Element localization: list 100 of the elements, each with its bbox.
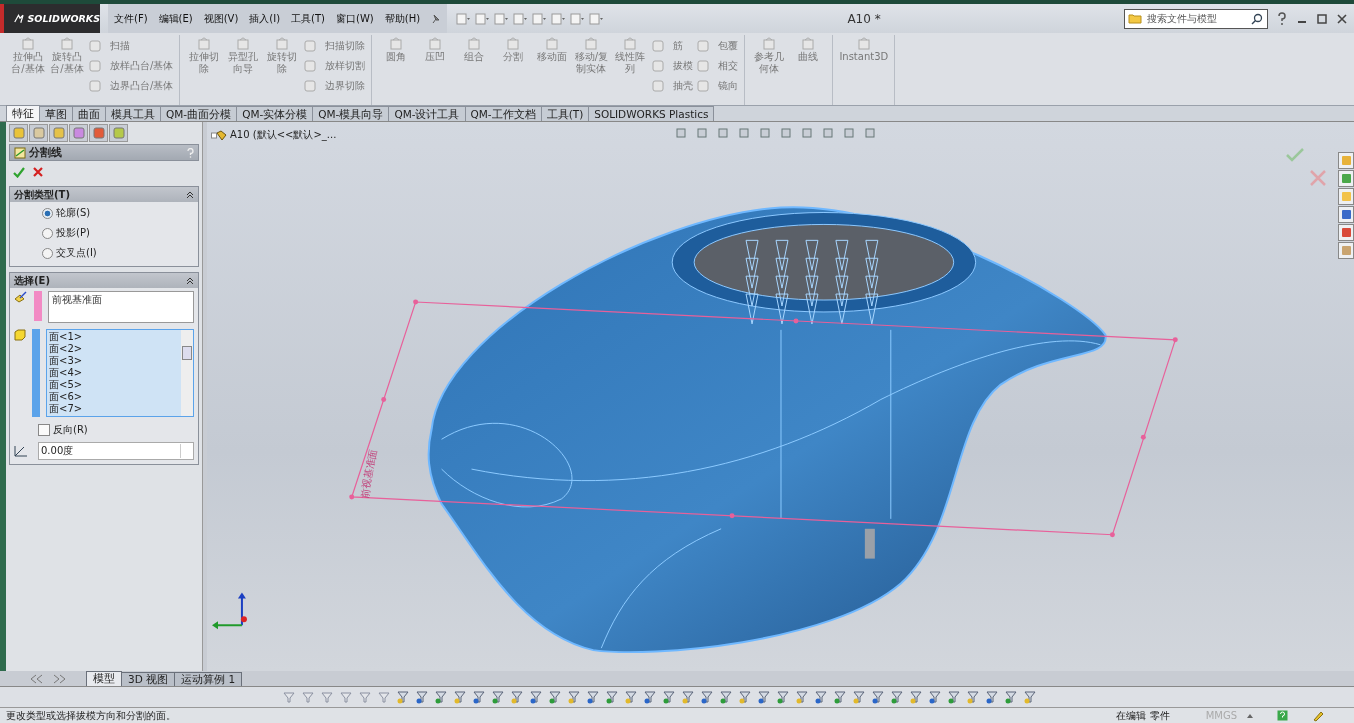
- ribbon-button[interactable]: 拉伸凸台/基体: [10, 35, 46, 75]
- task-pane-tab[interactable]: [1338, 242, 1354, 259]
- filter-icon[interactable]: [377, 690, 391, 704]
- task-pane-tab[interactable]: [1338, 224, 1354, 241]
- selection-filter-icon[interactable]: [681, 690, 695, 704]
- quick-access-icon[interactable]: [588, 11, 605, 26]
- command-tab[interactable]: QM-实体分模: [236, 106, 314, 121]
- selection-filter-icon[interactable]: [1004, 690, 1018, 704]
- ribbon-button[interactable]: 拔模: [651, 59, 694, 73]
- ribbon-button[interactable]: 边界切除: [303, 79, 366, 93]
- selection-box[interactable]: 前视基准面: [48, 291, 194, 323]
- quick-access-icon[interactable]: [474, 11, 491, 26]
- selection-filter-icon[interactable]: [985, 690, 999, 704]
- quick-access-icon[interactable]: [493, 11, 510, 26]
- ribbon-button[interactable]: 组合: [456, 35, 493, 63]
- ribbon-button[interactable]: 边界凸台/基体: [88, 79, 174, 93]
- model-view-tab[interactable]: 运动算例 1: [174, 672, 243, 686]
- ribbon-button[interactable]: Instant3D: [839, 35, 889, 63]
- selection-filter-icon[interactable]: [738, 690, 752, 704]
- quick-access-icon[interactable]: [531, 11, 548, 26]
- task-pane-tab[interactable]: [1338, 152, 1354, 169]
- collapse-icon[interactable]: [186, 190, 194, 199]
- section-header[interactable]: 选择(E): [10, 273, 198, 288]
- selection-filter-icon[interactable]: [928, 690, 942, 704]
- radio-button[interactable]: [42, 247, 53, 259]
- selection-filter-icon[interactable]: [396, 690, 410, 704]
- radio-option[interactable]: 交叉点(I): [42, 246, 194, 260]
- list-item[interactable]: 面<2>: [49, 343, 179, 355]
- list-item[interactable]: 面<7>: [49, 403, 179, 415]
- ribbon-button[interactable]: 镜向: [696, 79, 739, 93]
- maximize-icon[interactable]: [1316, 12, 1328, 25]
- selection-filter-icon[interactable]: [833, 690, 847, 704]
- selection-filter-icon[interactable]: [472, 690, 486, 704]
- cancel-icon[interactable]: [33, 167, 43, 177]
- model-view-tab[interactable]: 模型: [86, 671, 122, 686]
- checkbox[interactable]: [38, 424, 50, 436]
- list-item[interactable]: 面<3>: [49, 355, 179, 367]
- ribbon-button[interactable]: 线性阵列: [612, 35, 649, 75]
- view-toolbar-icon[interactable]: [759, 127, 773, 139]
- selection-filter-icon[interactable]: [510, 690, 524, 704]
- command-tab[interactable]: SOLIDWORKS Plastics: [588, 106, 715, 121]
- selection-filter-icon[interactable]: [624, 690, 638, 704]
- panel-tab[interactable]: [89, 124, 108, 142]
- ribbon-button[interactable]: 扫描: [88, 39, 174, 53]
- help-icon[interactable]: [1276, 11, 1288, 26]
- command-tab[interactable]: 草图: [39, 106, 73, 121]
- help-icon[interactable]: [1277, 710, 1288, 721]
- radio-button[interactable]: [42, 207, 53, 219]
- panel-tab[interactable]: [109, 124, 128, 142]
- selection-filter-icon[interactable]: [586, 690, 600, 704]
- ribbon-button[interactable]: 放样切割: [303, 59, 366, 73]
- ribbon-button[interactable]: 包覆: [696, 39, 739, 53]
- selection-filter-icon[interactable]: [662, 690, 676, 704]
- menu-item[interactable]: 插入(I): [249, 11, 281, 26]
- ribbon-button[interactable]: 拉伸切除: [186, 35, 223, 75]
- selection-filter-icon[interactable]: [643, 690, 657, 704]
- scroll-arrows-icon[interactable]: [28, 673, 68, 684]
- view-toolbar-icon[interactable]: [738, 127, 752, 139]
- selection-filter-icon[interactable]: [605, 690, 619, 704]
- pin-icon[interactable]: [431, 12, 442, 25]
- selection-filter-icon[interactable]: [434, 690, 448, 704]
- feature-tree-root[interactable]: A10 (默认<<默认>_...: [211, 128, 337, 142]
- ribbon-button[interactable]: 参考几何体: [751, 35, 788, 75]
- command-tab[interactable]: QM-设计工具: [388, 106, 466, 121]
- angle-field[interactable]: 0.00度: [38, 442, 194, 460]
- selection-filter-icon[interactable]: [776, 690, 790, 704]
- selection-filter-icon[interactable]: [757, 690, 771, 704]
- quick-access-icon[interactable]: [550, 11, 567, 26]
- selection-filter-icon[interactable]: [415, 690, 429, 704]
- list-item[interactable]: 面<4>: [49, 367, 179, 379]
- view-toolbar-icon[interactable]: [675, 127, 689, 139]
- command-tab[interactable]: 曲面: [72, 106, 106, 121]
- menu-item[interactable]: 工具(T): [291, 11, 326, 26]
- selection-filter-icon[interactable]: [814, 690, 828, 704]
- command-tab[interactable]: QM-曲面分模: [160, 106, 238, 121]
- checkbox-option[interactable]: 反向(R): [38, 423, 194, 437]
- filter-icon[interactable]: [301, 690, 315, 704]
- view-toolbar-icon[interactable]: [780, 127, 794, 139]
- quick-access-icon[interactable]: [455, 11, 472, 26]
- command-tab[interactable]: 模具工具: [105, 106, 161, 121]
- task-pane-tab[interactable]: [1338, 188, 1354, 205]
- selection-filter-icon[interactable]: [567, 690, 581, 704]
- command-tab[interactable]: 工具(T): [540, 106, 590, 121]
- ribbon-button[interactable]: 压凹: [417, 35, 454, 63]
- ribbon-button[interactable]: 圆角: [378, 35, 415, 63]
- view-toolbar-icon[interactable]: [822, 127, 836, 139]
- selection-filter-icon[interactable]: [548, 690, 562, 704]
- filter-icon[interactable]: [339, 690, 353, 704]
- view-toolbar-icon[interactable]: [843, 127, 857, 139]
- list-item[interactable]: 面<6>: [49, 391, 179, 403]
- view-toolbar-icon[interactable]: [801, 127, 815, 139]
- selection-filter-icon[interactable]: [719, 690, 733, 704]
- search-icon[interactable]: [1251, 12, 1263, 25]
- selection-filter-icon[interactable]: [1023, 690, 1037, 704]
- menu-item[interactable]: 帮助(H): [384, 11, 421, 26]
- ok-icon[interactable]: [13, 166, 25, 178]
- selection-filter-icon[interactable]: [700, 690, 714, 704]
- command-tab[interactable]: QM-模具向导: [312, 106, 390, 121]
- ribbon-button[interactable]: 放样凸台/基体: [88, 59, 174, 73]
- panel-tab[interactable]: [49, 124, 68, 142]
